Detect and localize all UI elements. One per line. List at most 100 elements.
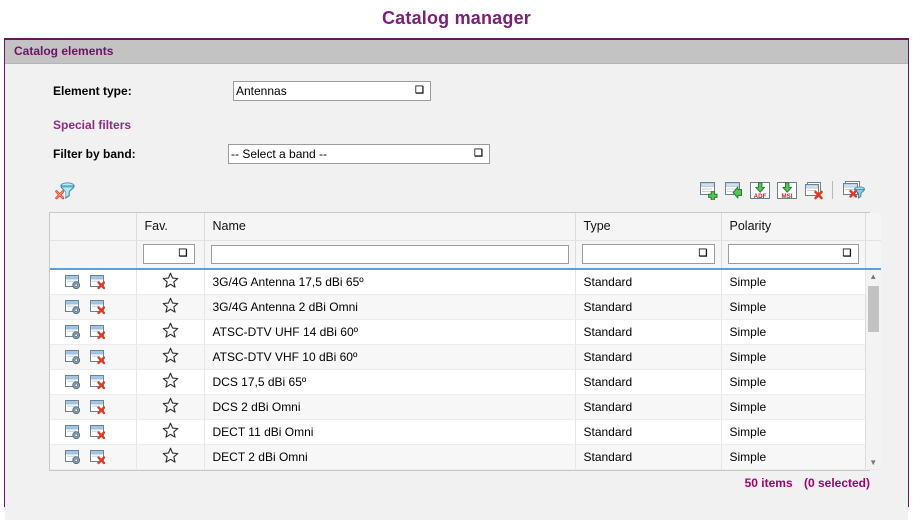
scroll-up-icon[interactable]: ▲ [866,270,881,283]
export-adf-icon[interactable]: ADF [749,181,771,200]
edit-element-icon[interactable] [64,449,82,465]
table-row[interactable]: ATSC-DTV VHF 10 dBi 60º Standard Simple [50,344,881,370]
filter-row: ❏ ❏ ❏ [50,240,881,270]
page-title: Catalog manager [381,8,532,28]
element-type-label: Element type: [53,84,132,98]
delete-element-icon[interactable] [89,374,107,390]
delete-element-icon[interactable] [89,324,107,340]
scroll-down-icon[interactable]: ▼ [866,456,881,469]
type-filter-select[interactable] [581,244,715,264]
delete-selected-icon[interactable] [803,181,824,200]
import-element-icon[interactable] [724,181,744,200]
svg-text:MSI: MSI [781,193,792,200]
column-header-type[interactable]: Type [575,213,722,241]
favorite-star-icon[interactable] [162,447,179,464]
table-row[interactable]: DECT 11 dBi Omni Standard Simple [50,419,881,445]
edit-element-icon[interactable] [64,274,82,290]
filter-cell-fav: ❏ [136,240,205,270]
cell-polarity: Simple [721,269,866,295]
cell-name: 3G/4G Antenna 2 dBi Omni [204,294,576,320]
favorite-star-icon[interactable] [162,397,179,414]
favorite-star-icon[interactable] [162,297,179,314]
filter-by-band-select[interactable]: -- Select a band -- [228,144,490,164]
cell-polarity: Simple [721,294,866,320]
favorite-star-icon[interactable] [162,372,179,389]
row-actions-cell [50,419,137,445]
element-type-select[interactable]: Antennas [233,81,431,101]
favorite-star-icon[interactable] [162,272,179,289]
row-actions-cell [50,319,137,345]
column-header-name[interactable]: Name [204,213,576,241]
cell-type: Standard [575,419,722,445]
filter-cell-polarity: ❏ [721,240,866,270]
svg-text:ADF: ADF [754,193,767,200]
favorite-cell [136,344,205,370]
cell-polarity: Simple [721,369,866,395]
table-head: Fav. Name Type Polarity ❏ ❏ ❏ [50,213,881,270]
table-row[interactable]: DECT 2 dBi Omni Standard Simple [50,444,881,470]
edit-element-icon[interactable] [64,399,82,415]
delete-element-icon[interactable] [89,449,107,465]
polarity-filter-select[interactable] [727,244,859,264]
polarity-filter-wrap: ❏ [727,244,859,264]
delete-element-icon[interactable] [89,424,107,440]
row-actions-cell [50,269,137,295]
favorite-cell [136,319,205,345]
cell-name: ATSC-DTV VHF 10 dBi 60º [204,344,576,370]
element-type-select-wrap: Antennas ❏ [233,81,431,101]
items-count: 50 items [744,476,793,490]
cell-name: DCS 2 dBi Omni [204,394,576,420]
new-element-icon[interactable] [699,181,719,200]
export-msi-icon[interactable]: MSI [776,181,798,200]
table-row[interactable]: DCS 2 dBi Omni Standard Simple [50,394,881,420]
cell-type: Standard [575,444,722,470]
scrollbar-track[interactable]: ▲ ▼ [866,270,881,469]
cell-polarity: Simple [721,394,866,420]
favorite-cell [136,369,205,395]
grid-scrollbar[interactable]: ▲ ▼ [864,269,881,470]
delete-element-icon[interactable] [89,349,107,365]
row-actions-cell [50,394,137,420]
favorite-star-icon[interactable] [162,347,179,364]
cell-polarity: Simple [721,419,866,445]
delete-filtered-icon[interactable] [841,180,866,200]
fav-filter-wrap: ❏ [142,244,195,264]
cell-polarity: Simple [721,344,866,370]
filter-cell-scroll-spacer [865,240,881,270]
table-row[interactable]: 3G/4G Antenna 2 dBi Omni Standard Simple [50,294,881,320]
scrollbar-thumb[interactable] [867,286,879,332]
edit-element-icon[interactable] [64,424,82,440]
delete-element-icon[interactable] [89,399,107,415]
favorite-cell [136,269,205,295]
edit-element-icon[interactable] [64,349,82,365]
row-actions-cell [50,369,137,395]
clear-filter-icon[interactable] [53,179,77,203]
favorite-star-icon[interactable] [162,322,179,339]
delete-element-icon[interactable] [89,274,107,290]
cell-type: Standard [575,294,722,320]
cell-name: ATSC-DTV UHF 14 dBi 60º [204,319,576,345]
edit-element-icon[interactable] [64,299,82,315]
cell-name: DECT 11 dBi Omni [204,419,576,445]
column-header-polarity[interactable]: Polarity [721,213,866,241]
table-row[interactable]: 3G/4G Antenna 17,5 dBi 65º Standard Simple… [50,269,881,470]
edit-element-icon[interactable] [64,324,82,340]
name-filter-input[interactable] [210,244,569,264]
type-filter-wrap: ❏ [581,244,715,264]
cell-type: Standard [575,269,722,295]
favorite-star-icon[interactable] [162,422,179,439]
filter-by-band-row: Filter by band: -- Select a band -- ❏ [5,140,908,168]
favorite-cell [136,394,205,420]
column-header-fav[interactable]: Fav. [136,213,205,241]
cell-name: DCS 17,5 dBi 65º [204,369,576,395]
catalog-grid: Fav. Name Type Polarity ❏ ❏ ❏ 3G/4G Ante… [49,212,881,471]
fav-filter-select[interactable] [142,244,195,264]
row-actions-cell [50,294,137,320]
table-row[interactable]: ATSC-DTV UHF 14 dBi 60º Standard Simple [50,319,881,345]
table-row[interactable]: DCS 17,5 dBi 65º Standard Simple [50,369,881,395]
table-body: 3G/4G Antenna 17,5 dBi 65º Standard Simple… [50,269,881,470]
toolbar-separator [832,181,833,199]
delete-element-icon[interactable] [89,299,107,315]
filter-cell-name [204,240,576,270]
edit-element-icon[interactable] [64,374,82,390]
